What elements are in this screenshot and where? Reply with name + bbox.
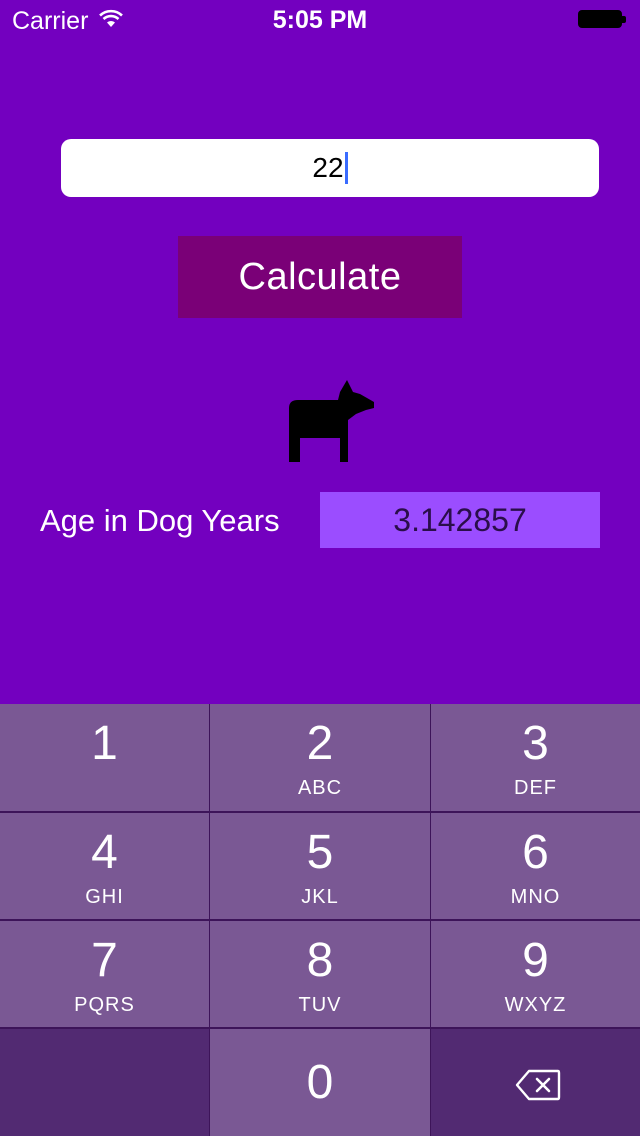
- key-1[interactable]: 1: [0, 704, 209, 811]
- key-letters: WXYZ: [504, 994, 567, 1016]
- key-digit: 8: [306, 934, 334, 987]
- key-letters: GHI: [85, 886, 124, 908]
- key-blank: [0, 1029, 209, 1136]
- key-0[interactable]: 0: [210, 1029, 430, 1136]
- key-digit: 3: [522, 717, 549, 770]
- key-9[interactable]: 9 WXYZ: [431, 921, 640, 1027]
- dog-years-result-field: 3.142857: [320, 492, 600, 548]
- backspace-icon: [515, 1069, 561, 1101]
- result-label: Age in Dog Years: [40, 503, 280, 538]
- key-2[interactable]: 2 ABC: [210, 704, 430, 811]
- key-digit: 2: [306, 717, 334, 770]
- key-3[interactable]: 3 DEF: [431, 704, 640, 811]
- key-4[interactable]: 4 GHI: [0, 813, 209, 919]
- key-digit: 4: [91, 826, 118, 879]
- calculate-button[interactable]: Calculate: [178, 236, 462, 318]
- key-digit: 1: [91, 717, 118, 770]
- key-letters: MNO: [510, 886, 561, 908]
- key-letters: PQRS: [74, 994, 135, 1016]
- text-cursor: [344, 152, 348, 184]
- key-digit: 7: [91, 934, 118, 987]
- key-letters: JKL: [301, 886, 339, 908]
- key-letters: TUV: [298, 994, 342, 1016]
- key-5[interactable]: 5 JKL: [210, 813, 430, 919]
- key-letters: DEF: [514, 777, 557, 799]
- status-time: 5:05 PM: [272, 6, 368, 34]
- key-6[interactable]: 6 MNO: [431, 813, 640, 919]
- key-7[interactable]: 7 PQRS: [0, 921, 209, 1027]
- numeric-keypad: 1 2 ABC 3 DEF 4 GHI 5 JKL 6 MNO 7 PQRS 8…: [0, 704, 640, 1136]
- key-digit: 0: [306, 1056, 334, 1109]
- delete-key[interactable]: [431, 1029, 640, 1136]
- key-digit: 5: [306, 826, 334, 879]
- age-input-value: 22: [312, 152, 344, 183]
- key-8[interactable]: 8 TUV: [210, 921, 430, 1027]
- battery-icon: [578, 10, 628, 30]
- dog-icon: [289, 380, 374, 462]
- age-input-field[interactable]: 22: [61, 139, 599, 197]
- key-digit: 6: [522, 826, 549, 879]
- status-bar: Carrier 5:05 PM: [0, 0, 640, 40]
- key-letters: ABC: [297, 777, 343, 799]
- key-digit: 9: [522, 934, 549, 987]
